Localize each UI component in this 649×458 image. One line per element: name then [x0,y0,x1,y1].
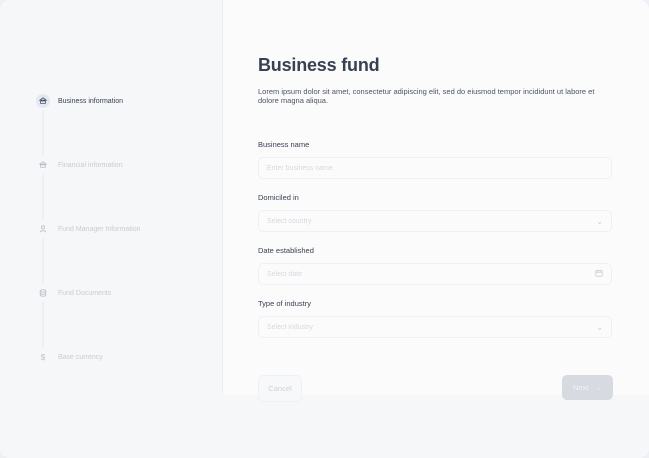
placeholder: Enter business name [267,164,333,172]
business-name-input[interactable]: Enter business name [258,157,612,179]
calendar-icon [595,269,603,279]
app-frame: Business information Financial informati… [0,0,649,458]
cancel-button[interactable]: Cancel [258,375,302,402]
step-label: Fund Manager Information [58,225,141,233]
step-label: Financial information [58,161,123,169]
industry-select[interactable]: Select industry ⌄ [258,316,612,338]
step-base-currency[interactable]: $ Base currency [36,350,103,364]
chevron-down-icon: ⌄ [596,322,603,332]
dollar-icon: $ [40,352,46,362]
stepper-sidebar: Business information Financial informati… [0,0,223,458]
step-connector [42,110,44,156]
placeholder: Select industry [267,323,313,331]
step-label: Base currency [58,353,103,361]
placeholder: Select date [267,270,303,278]
bank-icon [36,158,50,172]
chevron-down-icon: ⌄ [596,216,603,226]
date-established-label: Date established [258,246,314,255]
placeholder: Select country [267,217,312,225]
next-button[interactable]: Next → [562,375,613,400]
database-icon [36,286,50,300]
arrow-right-icon: → [594,383,602,392]
step-fund-documents[interactable]: Fund Documents [36,286,111,300]
country-select[interactable]: Select country ⌄ [258,210,612,232]
step-connector [42,174,44,220]
next-button-label: Next [573,383,589,392]
user-icon [36,222,50,236]
page-title: Business fund [258,55,380,75]
footer-band [0,395,649,458]
step-label: Fund Documents [58,289,112,297]
step-label: Business information [58,97,123,105]
step-connector [42,238,44,284]
step-business-information[interactable]: Business information [36,94,123,108]
step-financial-information[interactable]: Financial information [36,158,123,172]
intro-text: Lorem ipsum dolor sit amet, consectetur … [258,87,595,105]
step-connector [42,302,44,348]
bank-icon [36,94,50,108]
step-fund-manager-information[interactable]: Fund Manager Information [36,222,141,236]
domiciled-in-label: Domiciled in [258,193,299,202]
business-name-label: Business name [258,140,310,149]
industry-label: Type of industry [258,299,311,308]
date-picker-input[interactable]: Select date [258,263,612,285]
